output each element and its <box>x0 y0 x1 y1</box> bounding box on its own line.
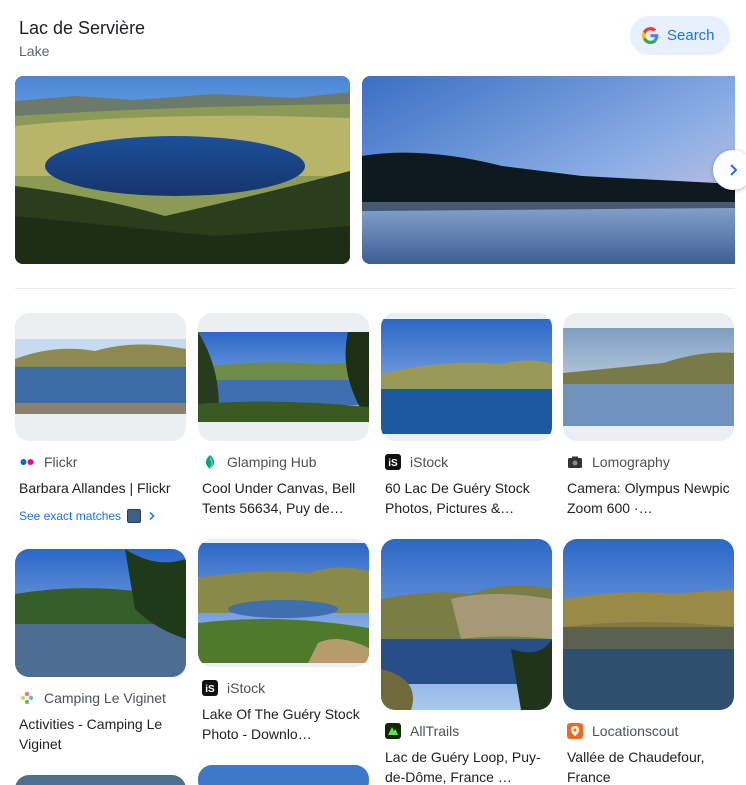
result-source-name: AllTrails <box>410 723 460 739</box>
result-source[interactable]: Flickr <box>19 454 77 470</box>
section-divider <box>15 288 735 289</box>
svg-text:iS: iS <box>388 458 398 469</box>
result-title[interactable]: Camera: Olympus Newpic Zoom 600 ·… <box>567 478 733 518</box>
search-button-label: Search <box>667 27 715 44</box>
result-title[interactable]: 60 Lac De Guéry Stock Photos, Pictures &… <box>385 478 551 518</box>
result-thumbnail[interactable] <box>563 313 734 441</box>
chevron-right-icon <box>149 511 155 521</box>
camping-flower-icon <box>19 690 35 706</box>
google-g-icon <box>642 27 659 44</box>
result-source[interactable]: Locationscout <box>567 723 678 739</box>
hero-image-aerial-lake[interactable] <box>15 76 350 264</box>
entity-header: Lac de Servière Lake <box>19 16 145 60</box>
result-thumbnail[interactable] <box>381 539 552 710</box>
alltrails-icon <box>385 723 401 739</box>
result-thumbnail-partial[interactable] <box>198 765 369 785</box>
result-source-name: Camping Le Viginet <box>44 690 166 706</box>
result-source-name: Locationscout <box>592 723 679 739</box>
result-card-lomography[interactable]: Lomography Camera: Olympus Newpic Zoom 6… <box>563 313 734 523</box>
search-button[interactable]: Search <box>630 16 730 55</box>
result-thumbnail[interactable] <box>15 313 186 441</box>
camera-icon <box>567 454 583 470</box>
result-card-locationscout[interactable]: Locationscout Vallée de Chaudefour, Fran… <box>563 539 734 785</box>
result-source-name: iStock <box>227 680 266 696</box>
result-card-alltrails[interactable]: AllTrails Lac de Guéry Loop, Puy-de-Dôme… <box>381 539 552 785</box>
result-thumbnail-partial[interactable] <box>15 775 186 785</box>
result-card-camping[interactable]: Camping Le Viginet Activities - Camping … <box>15 549 186 759</box>
result-thumbnail[interactable] <box>198 313 369 441</box>
result-source-name: iStock <box>410 454 449 470</box>
entity-title: Lac de Servière <box>19 18 146 38</box>
result-thumbnail[interactable] <box>563 539 734 710</box>
see-exact-matches-label: See exact matches <box>19 509 122 523</box>
result-title[interactable]: Cool Under Canvas, Bell Tents 56634, Puy… <box>202 478 368 518</box>
result-source[interactable]: Glamping Hub <box>202 454 317 470</box>
location-pin-icon <box>567 723 583 739</box>
result-card-glamping[interactable]: Glamping Hub Cool Under Canvas, Bell Ten… <box>198 313 369 523</box>
carousel-next-button[interactable] <box>713 150 746 190</box>
result-title[interactable]: Barbara Allandes | Flickr <box>19 478 185 498</box>
result-title[interactable]: Vallée de Chaudefour, France <box>567 747 733 785</box>
chevron-right-icon <box>730 164 738 176</box>
result-source[interactable]: Camping Le Viginet <box>19 690 166 706</box>
result-source[interactable]: Lomography <box>567 454 670 470</box>
glamping-hub-icon <box>202 454 218 470</box>
result-source[interactable]: AllTrails <box>385 723 459 739</box>
result-source-name: Flickr <box>44 454 78 470</box>
result-thumbnail[interactable] <box>15 549 186 677</box>
result-thumbnail[interactable] <box>198 539 369 667</box>
result-card-istock-1[interactable]: iS iStock 60 Lac De Guéry Stock Photos, … <box>381 313 552 523</box>
result-source[interactable]: iS iStock <box>202 680 265 696</box>
result-card-flickr[interactable]: Flickr Barbara Allandes | Flickr See exa… <box>15 313 186 533</box>
result-title[interactable]: Lac de Guéry Loop, Puy-de-Dôme, France … <box>385 747 551 785</box>
see-exact-matches-link[interactable]: See exact matches <box>19 509 157 523</box>
match-thumbnail-icon <box>127 509 142 523</box>
result-title[interactable]: Lake Of The Guéry Stock Photo - Downlo… <box>202 704 368 744</box>
result-title[interactable]: Activities - Camping Le Viginet <box>19 714 185 754</box>
result-card-istock-2[interactable]: iS iStock Lake Of The Guéry Stock Photo … <box>198 539 369 749</box>
result-source[interactable]: iS iStock <box>385 454 448 470</box>
istock-icon: iS <box>202 680 218 696</box>
svg-text:iS: iS <box>205 684 215 695</box>
result-source-name: Glamping Hub <box>227 454 317 470</box>
result-source-name: Lomography <box>592 454 670 470</box>
hero-image-sunset-lake[interactable] <box>362 76 735 264</box>
istock-icon: iS <box>385 454 401 470</box>
result-thumbnail[interactable] <box>381 313 552 441</box>
entity-subtitle: Lake <box>19 43 50 59</box>
flickr-icon <box>19 454 35 470</box>
